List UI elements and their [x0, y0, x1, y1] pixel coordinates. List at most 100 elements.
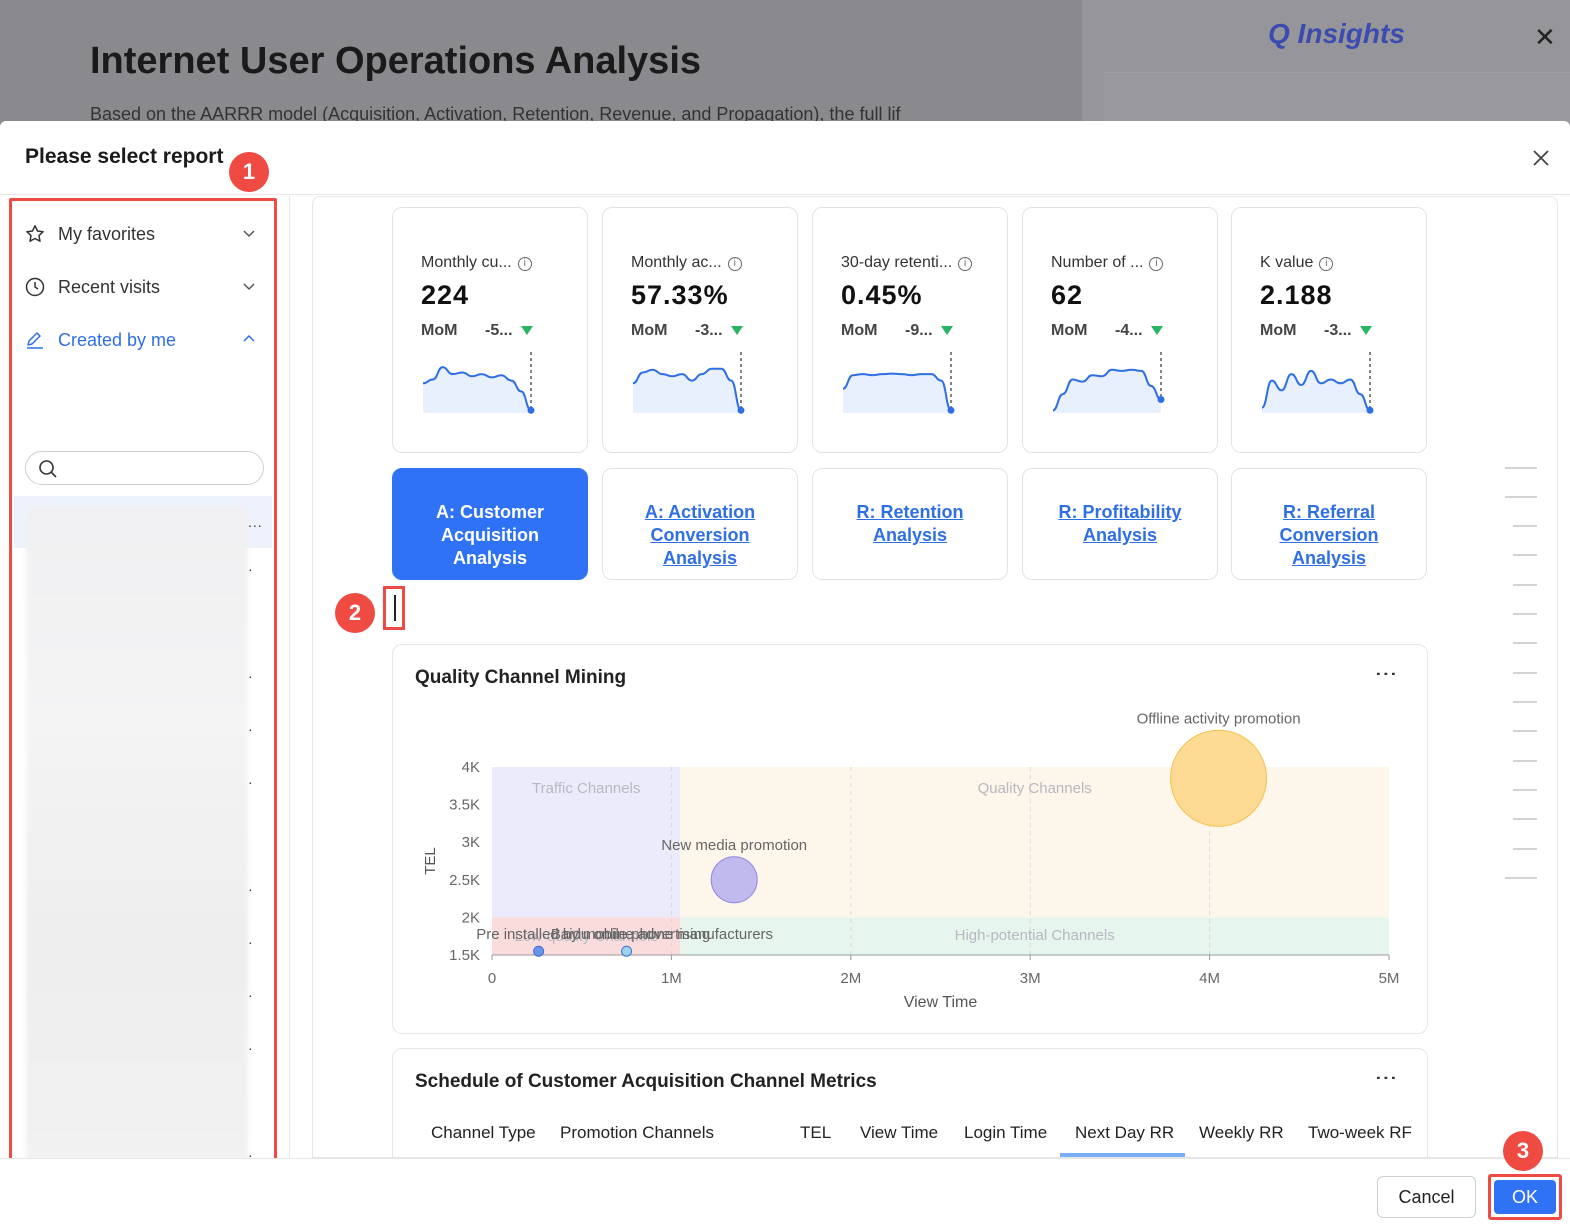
star-icon	[24, 223, 46, 245]
info-icon[interactable]: i	[1319, 257, 1334, 271]
column-header-view-time[interactable]: View Time	[860, 1123, 938, 1143]
list-item-marker: ·	[248, 668, 253, 684]
kpi-mom-value: -3...	[695, 322, 723, 339]
sidebar-item-created-by-me[interactable]: Created by me	[24, 322, 260, 358]
anchor-nav-item[interactable]	[1513, 613, 1537, 615]
bubble-label: Offline activity promotion	[1137, 710, 1301, 727]
quality-channel-panel: Quality Channel Mining ⋮ Traffic Channel…	[392, 644, 1428, 1034]
column-header-next-day-rr[interactable]: Next Day RR	[1075, 1123, 1174, 1143]
tab-analysis[interactable]: R: Profitability Analysis	[1022, 468, 1218, 580]
table-header: Channel Type Promotion Channels TEL View…	[415, 1119, 1412, 1157]
tab-analysis[interactable]: R: Retention Analysis	[812, 468, 1008, 580]
quadrant-label: Traffic Channels	[532, 780, 640, 797]
tab-analysis[interactable]: R: Referral Conversion Analysis	[1231, 468, 1427, 580]
sidebar-item-recent-visits[interactable]: Recent visits	[24, 269, 260, 305]
anchor-nav-item[interactable]	[1513, 760, 1537, 762]
search-icon	[38, 459, 58, 484]
anchor-nav-item[interactable]	[1513, 642, 1537, 644]
kpi-card[interactable]: Monthly ac... i 57.33% MoM -3...	[602, 207, 798, 453]
step-badge-2: 2	[335, 593, 375, 633]
more-options-icon[interactable]: ⋮	[1373, 1067, 1399, 1089]
tab-analysis[interactable]: A: Customer Acquisition Analysis	[392, 468, 588, 580]
column-header-weekly-rr[interactable]: Weekly RR	[1199, 1123, 1284, 1143]
info-icon[interactable]: i	[727, 257, 742, 271]
sidebar-item-label: Created by me	[58, 329, 177, 350]
cancel-button[interactable]: Cancel	[1377, 1176, 1476, 1218]
kpi-value: 62	[1051, 280, 1084, 310]
tab-analysis[interactable]: A: Activation Conversion Analysis	[602, 468, 798, 580]
kpi-mom-label: MoM	[1051, 322, 1088, 339]
kpi-mom-label: MoM	[841, 322, 878, 339]
report-search-box[interactable]	[25, 451, 264, 485]
anchor-nav-item[interactable]	[1505, 496, 1537, 498]
report-preview[interactable]: Monthly cu... i 224 MoM -5... Monthly ac... i 5…	[312, 196, 1558, 1158]
kpi-card[interactable]: K value i 2.188 MoM -3...	[1231, 207, 1427, 453]
tab-label: R: Retention Analysis	[856, 502, 964, 545]
tab-label: R: Referral Conversion Analysis	[1279, 502, 1379, 568]
list-item-marker: ·	[248, 881, 253, 897]
chevron-up-icon	[242, 330, 256, 351]
kpi-mom-value: -3...	[1324, 322, 1352, 339]
kpi-card[interactable]: Number of ... i 62 MoM -4...	[1022, 207, 1218, 453]
anchor-nav-item[interactable]	[1513, 554, 1537, 556]
info-icon[interactable]: i	[1149, 257, 1164, 271]
anchor-nav-item[interactable]	[1513, 730, 1537, 732]
more-icon[interactable]: ...	[248, 514, 263, 530]
anchor-nav-item[interactable]	[1513, 584, 1537, 586]
x-tick-label: 4M	[1199, 970, 1220, 987]
column-header-tel[interactable]: TEL	[800, 1123, 831, 1143]
column-header-login-time[interactable]: Login Time	[964, 1123, 1047, 1143]
tab-label: R: Profitability Analysis	[1058, 502, 1182, 545]
kpi-card[interactable]: 30-day retenti... i 0.45% MoM -9...	[812, 207, 1008, 453]
y-tick-label: 3.5K	[449, 797, 480, 814]
chevron-down-icon	[242, 277, 256, 298]
list-item-marker: ·	[248, 721, 253, 737]
x-tick-label: 3M	[1020, 970, 1041, 987]
anchor-nav-item[interactable]	[1513, 525, 1537, 527]
anchor-nav-item[interactable]	[1513, 818, 1537, 820]
sidebar-item-my-favorites[interactable]: My favorites	[24, 216, 260, 252]
sparkline-point	[527, 406, 535, 414]
anchor-nav-item[interactable]	[1513, 789, 1537, 791]
kpi-value: 224	[421, 280, 470, 310]
bubble-chart: Traffic Channels Quality ChannelsLow-qual…	[422, 710, 1400, 1011]
anchor-nav-item[interactable]	[1505, 467, 1537, 469]
sparkline	[1052, 352, 1165, 413]
kpi-label: K value i	[1260, 254, 1334, 272]
background-page: Internet User Operations Analysis Based …	[0, 0, 1570, 130]
kpi-mom-value: -9...	[905, 322, 933, 339]
x-tick-label: 5M	[1379, 970, 1400, 987]
column-header-promotion-channels[interactable]: Promotion Channels	[560, 1123, 714, 1143]
sparkline	[422, 352, 535, 414]
column-header-channel-type[interactable]: Channel Type	[431, 1123, 536, 1143]
sparkline	[842, 352, 955, 414]
column-header-two-week-rr[interactable]: Two-week RF	[1308, 1123, 1412, 1143]
anchor-nav-item[interactable]	[1513, 848, 1537, 850]
report-sidebar: My favorites Recent visits Created by me	[0, 196, 290, 1224]
y-tick-label: 4K	[462, 759, 480, 776]
background-title: Internet User Operations Analysis	[90, 40, 702, 82]
kpi-mom-value: -4...	[1115, 322, 1143, 339]
sparkline	[632, 352, 745, 414]
modal-footer: Cancel OK	[0, 1158, 1570, 1224]
sparkline-point	[947, 406, 955, 414]
anchor-nav-item[interactable]	[1513, 672, 1537, 674]
active-column-indicator	[1060, 1153, 1185, 1157]
kpi-mom-label: MoM	[421, 322, 458, 339]
anchor-nav-item[interactable]	[1513, 701, 1537, 703]
kpi-value: 0.45%	[841, 280, 923, 310]
tab-label: A: Customer Acquisition Analysis	[435, 502, 544, 568]
anchor-nav-item[interactable]	[1505, 877, 1537, 879]
info-icon[interactable]: i	[517, 257, 532, 271]
kpi-card[interactable]: Monthly cu... i 224 MoM -5...	[392, 207, 588, 453]
list-item-marker: ·	[248, 1040, 253, 1056]
y-tick-label: 3K	[462, 834, 480, 851]
sparkline-area	[423, 367, 531, 413]
search-input[interactable]	[66, 456, 256, 480]
trend-down-icon	[1151, 326, 1163, 335]
ok-button[interactable]: OK	[1494, 1180, 1556, 1214]
close-icon[interactable]	[1532, 143, 1550, 174]
trend-down-icon	[1360, 326, 1372, 335]
info-icon[interactable]: i	[958, 257, 973, 271]
x-axis-label: View Time	[904, 994, 978, 1011]
